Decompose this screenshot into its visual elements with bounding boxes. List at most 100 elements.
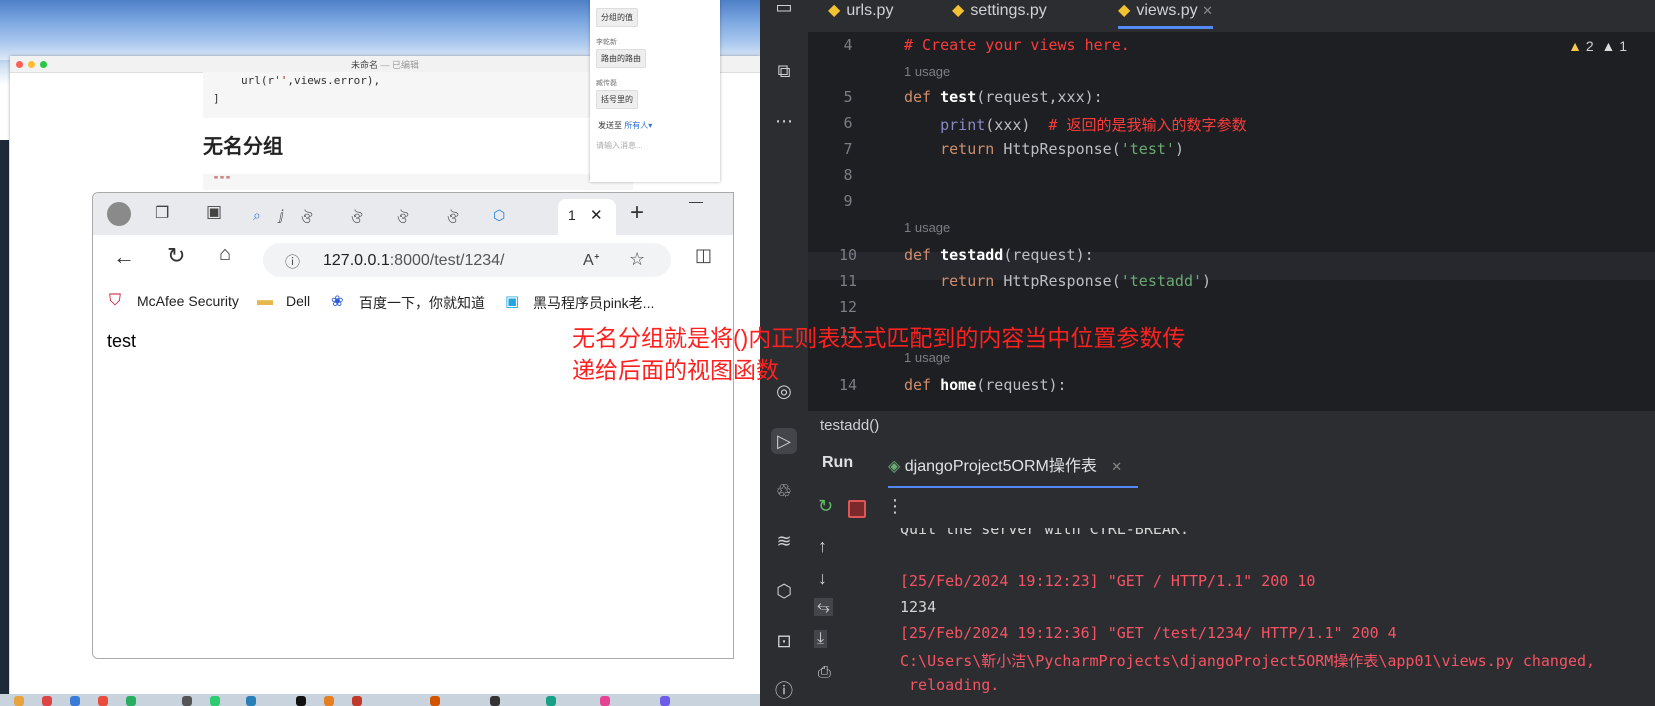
read-aloud-icon[interactable]: Aᐩ [583, 250, 600, 270]
arrow-up-icon[interactable]: ↑ [818, 536, 827, 557]
address-bar[interactable]: ⓘ 127.0.0.1:8000/test/1234/ Aᐩ ☆ [263, 243, 671, 277]
terminal-icon[interactable]: ⊡ [771, 628, 797, 654]
active-tab[interactable]: 1 ✕ [558, 199, 616, 235]
usage-hint[interactable]: 1 usage [904, 220, 950, 235]
taskbar-app-icon[interactable] [14, 696, 24, 706]
code-line: print(xxx) # 返回的是我输入的数字参数 [904, 114, 1246, 135]
breadcrumb-item[interactable]: testadd() [820, 417, 879, 434]
tab-icon[interactable]: ⅉ [279, 207, 284, 224]
reload-icon[interactable]: ↻ [167, 243, 185, 269]
address-path: :8000/test/1234/ [389, 252, 505, 269]
line-number: 10 [838, 246, 858, 264]
tab-actions-icon[interactable]: ▣ [206, 202, 222, 222]
structure-icon[interactable]: ⧉ [771, 58, 797, 84]
taskbar-app-icon[interactable] [98, 696, 108, 706]
code-line: """ [213, 175, 232, 186]
split-screen-icon[interactable]: ◫ [695, 245, 712, 266]
scroll-to-end-icon[interactable]: ⤓ [814, 630, 828, 648]
close-icon[interactable]: ✕ [1111, 459, 1122, 474]
taskbar-app-icon[interactable] [324, 696, 334, 706]
taskbar-app-icon[interactable] [352, 696, 362, 706]
code-args: (xxx) [985, 116, 1031, 134]
weak-warning-count: 1 [1619, 38, 1627, 54]
taskbar-app-icon[interactable] [430, 696, 440, 706]
taskbar-app-icon[interactable] [296, 696, 306, 706]
weak-warning-icon: ▲ [1601, 38, 1616, 54]
problems-icon[interactable]: ⓘ [771, 678, 797, 704]
folder-icon[interactable]: ▭ [771, 0, 797, 20]
run-console[interactable]: Quit the server with CTRL-BREAK. [25/Feb… [808, 528, 1655, 706]
bookmark-heima[interactable]: 黑马程序员pink老... [533, 293, 654, 313]
code-string: '' [274, 74, 288, 87]
document-title-text: 未命名 [350, 60, 378, 70]
line-number: 9 [843, 192, 853, 210]
search-icon[interactable]: ⌕ [253, 207, 261, 224]
close-icon[interactable]: ✕ [1202, 3, 1213, 18]
line-number: 8 [843, 166, 853, 184]
python-console-icon[interactable]: ♲ [771, 478, 797, 504]
minimize-icon[interactable]: — [689, 193, 703, 209]
tab-settings[interactable]: ◆ settings.py [952, 0, 1047, 20]
taskbar-app-icon[interactable] [546, 696, 556, 706]
taskbar-app-icon[interactable] [210, 696, 220, 706]
arrow-down-icon[interactable]: ↓ [818, 568, 827, 589]
print-icon[interactable]: ⎙ [818, 664, 831, 682]
rerun-icon[interactable]: ↻ [818, 496, 833, 517]
browser-toolbar: ← ↻ ⌂ ⓘ 127.0.0.1:8000/test/1234/ Aᐩ ☆ ◫ [93, 235, 733, 283]
more-icon[interactable]: ⋯ [771, 108, 797, 134]
tab-icon[interactable]: ঔ [397, 207, 409, 231]
new-tab-icon[interactable]: + [630, 199, 644, 227]
tab-icon[interactable]: ঔ [351, 207, 363, 231]
line-number: 4 [843, 36, 853, 54]
layers-icon[interactable]: ≋ [771, 528, 797, 554]
tab-run-config[interactable]: ◈ djangoProject5ORM操作表 ✕ [888, 452, 1138, 489]
send-to-row[interactable]: 发送至 所有人▾ [598, 120, 652, 131]
console-line: [25/Feb/2024 19:12:36] "GET /test/1234/ … [900, 624, 1397, 642]
background-window-strip [0, 140, 9, 706]
run-config-label: djangoProject5ORM操作表 [904, 458, 1097, 475]
inspection-widget[interactable]: ▲ 2 ▲ 1 [1568, 38, 1627, 54]
taskbar-app-icon[interactable] [600, 696, 610, 706]
bookmark-dell[interactable]: Dell [286, 293, 310, 309]
chat-sender: 臧传磊 [596, 80, 617, 87]
taskbar-app-icon[interactable] [126, 696, 136, 706]
home-icon[interactable]: ⌂ [219, 243, 231, 266]
taskbar-app-icon[interactable] [70, 696, 80, 706]
close-icon[interactable]: ✕ [590, 206, 603, 224]
tab-label: urls.py [846, 2, 894, 19]
code-keyword: return [940, 140, 995, 158]
taskbar-app-icon[interactable] [182, 696, 192, 706]
bilibili-icon: ▣ [505, 293, 520, 310]
browser-window: ❐ ▣ ⌕ ⅉ ঔ ঔ ঔ ঔ ⬡ 1 ✕ + — ← ↻ ⌂ ⓘ 127.0.… [92, 192, 734, 659]
tab-icon[interactable]: ঔ [447, 207, 459, 231]
tab-views[interactable]: ◆ views.py ✕ [1118, 0, 1214, 29]
usage-hint[interactable]: 1 usage [904, 64, 950, 79]
taskbar-app-icon[interactable] [660, 696, 670, 706]
send-to-value[interactable]: 所有人 [624, 121, 648, 130]
chat-input[interactable]: 请输入消息... [596, 140, 643, 151]
bookmark-mcafee[interactable]: McAfee Security [137, 293, 239, 309]
tab-icon[interactable]: ⬡ [493, 207, 505, 224]
line-number: 6 [843, 114, 853, 132]
bookmark-baidu[interactable]: 百度一下，你就知道 [359, 293, 485, 313]
info-icon[interactable]: ⓘ [285, 251, 300, 272]
python-file-icon: ◆ [952, 2, 965, 19]
back-icon[interactable]: ← [113, 244, 135, 270]
run-tool-icon[interactable]: ▷ [771, 428, 797, 454]
address-text[interactable]: 127.0.0.1:8000/test/1234/ [323, 252, 505, 270]
tab-icon[interactable]: ঔ [301, 207, 313, 231]
stop-icon[interactable] [848, 500, 866, 518]
taskbar-app-icon[interactable] [42, 696, 52, 706]
favorite-star-icon[interactable]: ☆ [629, 249, 645, 270]
soft-wrap-icon[interactable]: ⥃ [814, 598, 833, 616]
more-icon[interactable]: ⋮ [886, 496, 904, 517]
profile-avatar[interactable] [107, 202, 131, 226]
tab-urls[interactable]: ◆ urls.py [828, 0, 893, 20]
code-line: def testadd(request): [904, 246, 1094, 264]
services-icon[interactable]: ⬡ [771, 578, 797, 604]
taskbar-app-icon[interactable] [246, 696, 256, 706]
chat-message: 括号里的 [596, 90, 638, 109]
code-block: """ [203, 174, 633, 190]
taskbar-app-icon[interactable] [490, 696, 500, 706]
collections-icon[interactable]: ❐ [155, 203, 169, 223]
